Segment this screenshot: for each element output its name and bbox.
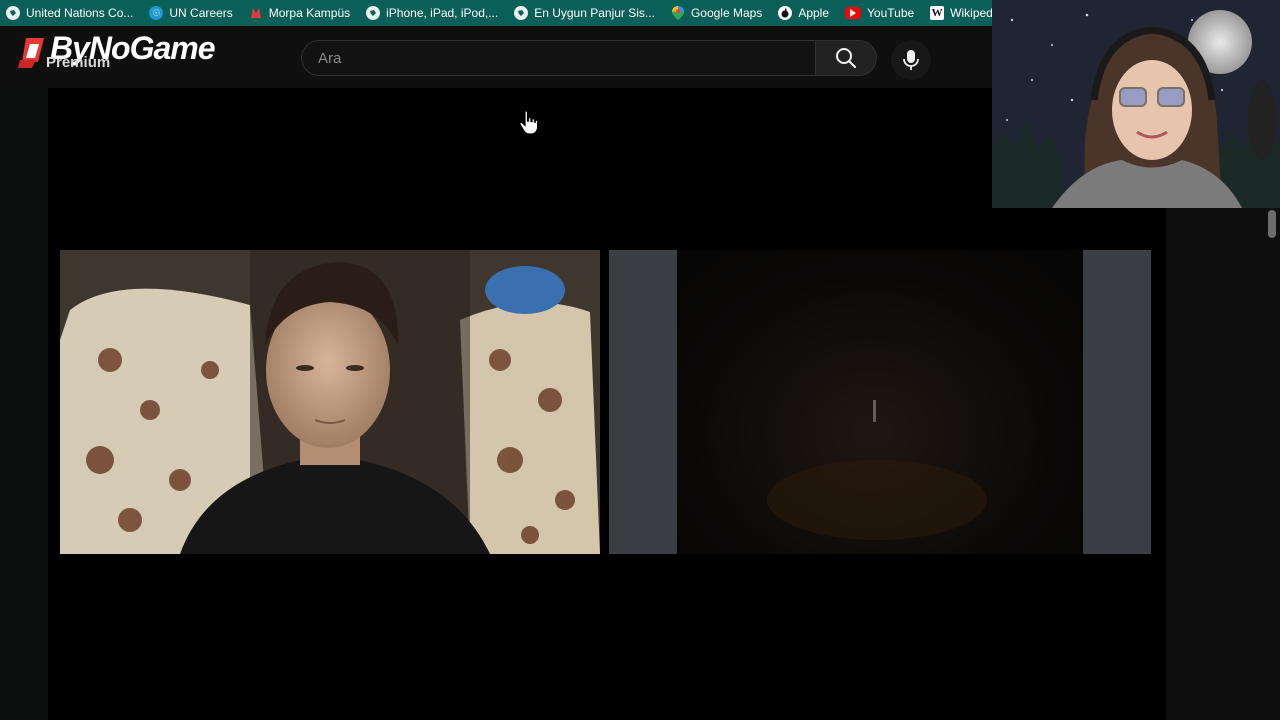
wikipedia-icon: W bbox=[930, 6, 945, 20]
bookmark-google-maps[interactable]: Google Maps bbox=[665, 0, 772, 26]
page-scrollbar-thumb[interactable] bbox=[1268, 210, 1276, 238]
globe-icon bbox=[514, 6, 529, 20]
bookmark-label: Apple bbox=[798, 6, 830, 20]
bookmark-label: United Nations Co... bbox=[26, 6, 134, 20]
video-thumbnail-dark[interactable] bbox=[677, 250, 1083, 554]
video-thumbnail-side-left[interactable] bbox=[609, 250, 677, 554]
bookmark-iphone-ipad[interactable]: iPhone, iPad, iPod,... bbox=[360, 0, 508, 26]
logo-subtitle: Premium bbox=[46, 54, 111, 71]
bookmark-label: YouTube bbox=[867, 6, 915, 20]
bookmark-label: iPhone, iPad, iPod,... bbox=[386, 6, 499, 20]
search-bar bbox=[301, 40, 879, 78]
site-logo[interactable]: ByNoGame Premium bbox=[18, 30, 238, 78]
maps-icon bbox=[671, 6, 685, 20]
video-thumbnail-side-right[interactable] bbox=[1083, 250, 1151, 554]
un-icon: ☉ bbox=[149, 6, 164, 20]
apple-icon bbox=[778, 6, 793, 20]
bookmark-united-nations[interactable]: United Nations Co... bbox=[0, 0, 143, 26]
bookmark-morpa-kampus[interactable]: Morpa Kampüs bbox=[243, 0, 360, 26]
globe-icon bbox=[6, 6, 20, 20]
video-thumbnail-person[interactable] bbox=[60, 250, 600, 554]
webcam-frame bbox=[992, 0, 1280, 208]
bookmark-youtube[interactable]: YouTube bbox=[839, 0, 924, 26]
site-header: ByNoGame Premium bbox=[0, 26, 992, 88]
screen: United Nations Co... ☉ UN Careers Morpa … bbox=[0, 0, 1280, 720]
globe-icon bbox=[366, 6, 381, 20]
streamer-webcam-overlay bbox=[992, 0, 1280, 208]
left-gutter bbox=[0, 88, 48, 720]
person-video-frame bbox=[60, 250, 600, 554]
bookmark-label: En Uygun Panjur Sis... bbox=[534, 6, 655, 20]
bookmark-label: Google Maps bbox=[690, 6, 763, 20]
search-button[interactable] bbox=[815, 40, 877, 76]
bookmark-label: UN Careers bbox=[169, 6, 233, 20]
search-input[interactable] bbox=[301, 40, 815, 76]
morpa-icon bbox=[249, 6, 263, 20]
bookmark-apple[interactable]: Apple bbox=[772, 0, 839, 26]
bookmark-un-careers[interactable]: ☉ UN Careers bbox=[143, 0, 242, 26]
dark-video-frame bbox=[767, 400, 987, 540]
right-gutter bbox=[1166, 208, 1266, 720]
bookmark-label: Morpa Kampüs bbox=[268, 6, 351, 20]
bookmark-en-uygun-panjur[interactable]: En Uygun Panjur Sis... bbox=[508, 0, 665, 26]
logo-badge-icon bbox=[18, 38, 44, 68]
hand-pointer-cursor-icon bbox=[519, 110, 539, 135]
search-icon bbox=[836, 48, 857, 69]
voice-search-button[interactable] bbox=[891, 40, 931, 80]
microphone-icon bbox=[903, 50, 919, 70]
page-scrollbar-track[interactable] bbox=[1266, 208, 1280, 720]
youtube-icon bbox=[845, 7, 862, 19]
